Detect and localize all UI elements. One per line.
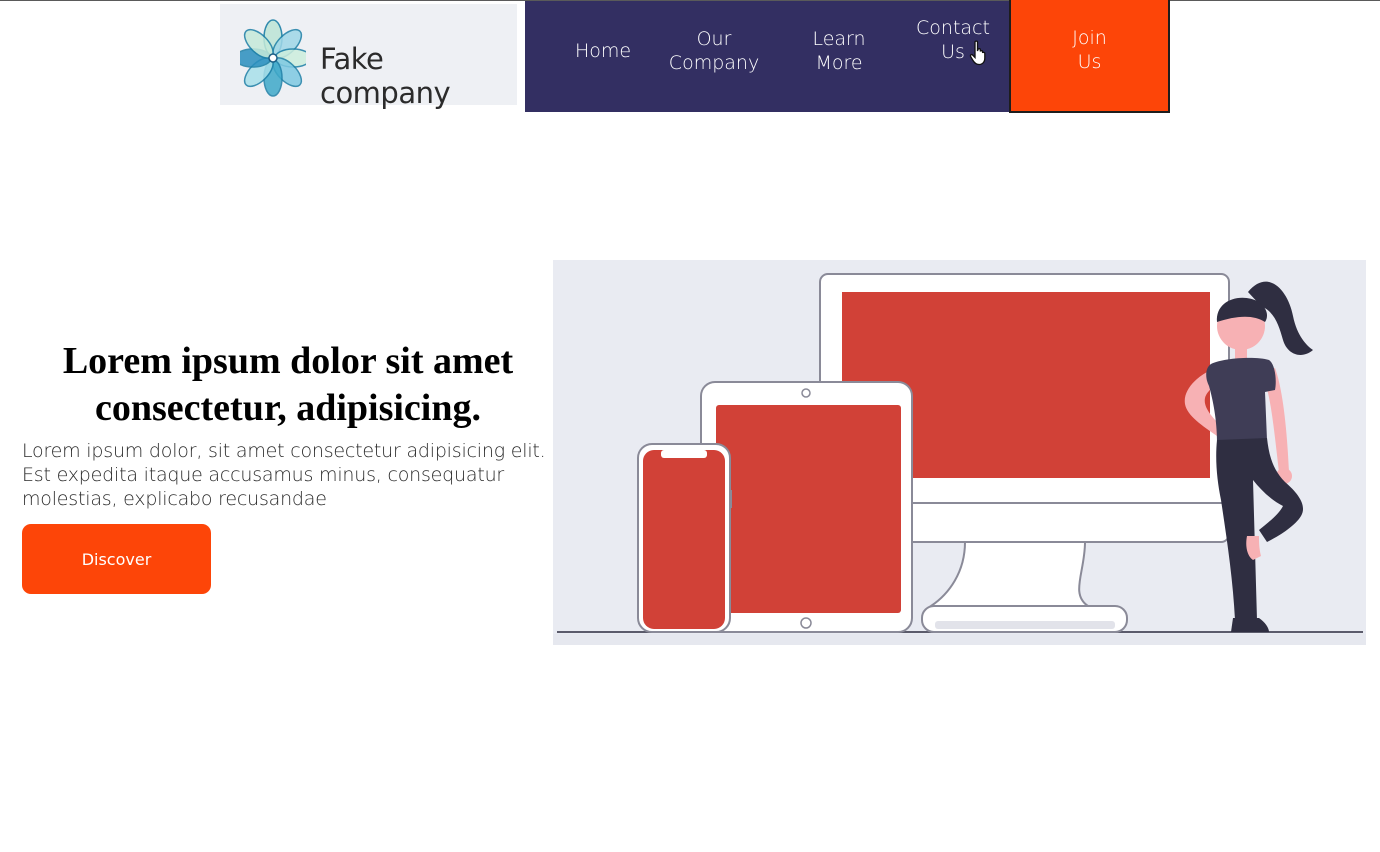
- nav-our-company-label-line1: Our: [696, 28, 732, 50]
- nav-learn-more-label-line1: Learn: [812, 28, 866, 50]
- nav-learn-more-label-line2: More: [815, 52, 863, 74]
- discover-button[interactable]: Discover: [22, 524, 211, 594]
- join-us-label-line1: Join: [1072, 27, 1107, 49]
- tablet-graphic: [700, 381, 913, 633]
- logo-text: Fake company: [320, 42, 451, 110]
- devices-illustration: [553, 260, 1366, 645]
- nav-home-label: Home: [574, 40, 632, 62]
- hero-title: Lorem ipsum dolor sit amet consectetur, …: [22, 338, 554, 432]
- main-nav: Home Our Company Learn More Contact Us: [525, 1, 1011, 112]
- join-us-label-line2: Us: [1077, 51, 1102, 73]
- nav-home-link[interactable]: Home: [561, 39, 645, 63]
- phone-graphic: [637, 443, 732, 633]
- logo[interactable]: Fake company: [220, 4, 517, 110]
- discover-button-label: Discover: [81, 549, 152, 569]
- nav-learn-more-link[interactable]: Learn More: [791, 27, 887, 75]
- logo-flower-icon: [240, 19, 306, 97]
- nav-our-company-link[interactable]: Our Company: [660, 27, 768, 75]
- nav-contact-us-label-line1: Contact: [916, 17, 990, 39]
- hero-title-line2: consectetur, adipisicing.: [95, 387, 481, 429]
- hand-pointer-cursor-icon: [969, 40, 986, 66]
- hero-title-line1: Lorem ipsum dolor sit amet: [62, 340, 514, 382]
- hero-description: Lorem ipsum dolor, sit amet consectetur …: [22, 440, 546, 510]
- nav-our-company-label-line2: Company: [668, 52, 760, 74]
- join-us-button[interactable]: Join Us: [1009, 0, 1170, 113]
